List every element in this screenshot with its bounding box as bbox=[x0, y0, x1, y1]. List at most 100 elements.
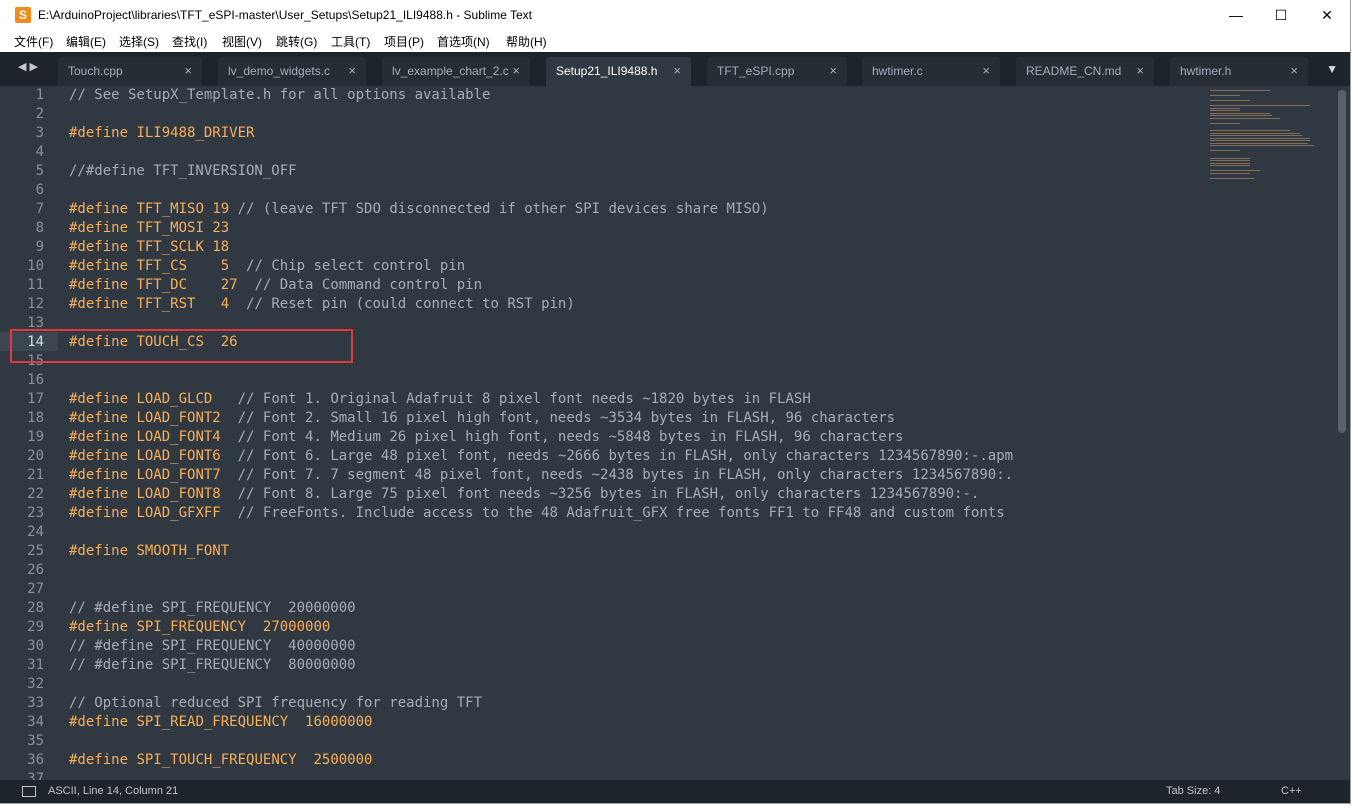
line-number: 33 bbox=[27, 695, 44, 711]
minimap-line bbox=[1210, 142, 1308, 144]
close-icon[interactable]: × bbox=[673, 63, 681, 78]
code-line: // #define SPI_FREQUENCY 40000000 bbox=[69, 638, 356, 654]
code-line: #define LOAD_FONT2 // Font 2. Small 16 p… bbox=[69, 410, 896, 426]
line-number: 25 bbox=[27, 543, 44, 559]
close-icon[interactable]: × bbox=[1136, 63, 1144, 78]
code-line: #define SMOOTH_FONT bbox=[69, 543, 230, 559]
status-bar: ASCII, Line 14, Column 21 Tab Size: 4 C+… bbox=[0, 780, 1350, 803]
tab-hwtimer-c[interactable]: hwtimer.c × bbox=[862, 57, 1000, 86]
menu-file[interactable]: 文件(F) bbox=[14, 33, 53, 50]
code-line: #define SPI_TOUCH_FREQUENCY 2500000 bbox=[69, 752, 373, 768]
minimap-line bbox=[1210, 165, 1250, 166]
close-icon[interactable]: × bbox=[512, 63, 520, 78]
code-line: #define TFT_SCLK 18 bbox=[69, 239, 230, 255]
minimap-line bbox=[1210, 172, 1250, 174]
tab-lv-example-chart[interactable]: lv_example_chart_2.c × bbox=[382, 57, 530, 86]
line-number: 9 bbox=[35, 239, 44, 255]
line-number: 34 bbox=[27, 714, 44, 730]
sublime-icon: S bbox=[15, 7, 31, 23]
maximize-button[interactable]: ☐ bbox=[1258, 0, 1304, 30]
tab-size-selector[interactable]: Tab Size: 4 bbox=[1166, 785, 1220, 797]
tab-tft-espi[interactable]: TFT_eSPI.cpp × bbox=[707, 57, 847, 86]
line-number: 16 bbox=[27, 372, 44, 388]
menu-goto[interactable]: 跳转(G) bbox=[276, 33, 317, 50]
minimap-line bbox=[1210, 162, 1250, 164]
vertical-scrollbar[interactable] bbox=[1338, 90, 1346, 433]
line-number: 3 bbox=[35, 125, 44, 141]
menu-selection[interactable]: 选择(S) bbox=[119, 33, 159, 50]
chevron-down-icon[interactable]: ▼ bbox=[1326, 62, 1338, 76]
sublime-window: S E:\ArduinoProject\libraries\TFT_eSPI-m… bbox=[0, 0, 1350, 803]
minimap-line bbox=[1210, 105, 1310, 106]
code-line: #define LOAD_FONT8 // Font 8. Large 75 p… bbox=[69, 486, 980, 502]
code-line: #define LOAD_GFXFF // FreeFonts. Include… bbox=[69, 505, 1005, 521]
code-editor[interactable]: 1 2 3 4 5 6 7 8 9 10 11 12 13 14 15 16 17 18 19 20 21 22 23 24 2… bbox=[0, 86, 1350, 780]
minimap-line bbox=[1210, 132, 1300, 134]
minimap-line bbox=[1210, 100, 1250, 101]
line-number: 17 bbox=[27, 391, 44, 407]
menu-preferences[interactable]: 首选项(N) bbox=[437, 33, 490, 50]
menu-project[interactable]: 项目(P) bbox=[384, 33, 424, 50]
line-number: 19 bbox=[27, 429, 44, 445]
close-icon[interactable]: × bbox=[982, 63, 990, 78]
menu-find[interactable]: 查找(I) bbox=[172, 33, 207, 50]
line-number: 24 bbox=[27, 524, 44, 540]
line-number: 35 bbox=[27, 733, 44, 749]
minimap-line bbox=[1210, 122, 1240, 124]
minimap-line bbox=[1210, 117, 1280, 119]
menu-tools[interactable]: 工具(T) bbox=[331, 33, 370, 50]
menu-edit[interactable]: 编辑(E) bbox=[66, 33, 106, 50]
window-title: E:\ArduinoProject\libraries\TFT_eSPI-mas… bbox=[38, 8, 533, 22]
line-number: 5 bbox=[35, 163, 44, 179]
code-line: #define TFT_MOSI 23 bbox=[69, 220, 230, 236]
minimap-line bbox=[1210, 110, 1240, 111]
minimap[interactable] bbox=[1210, 86, 1328, 186]
close-icon[interactable]: × bbox=[1290, 63, 1298, 78]
line-number: 6 bbox=[35, 182, 44, 198]
code-line: //#define TFT_INVERSION_OFF bbox=[69, 163, 297, 179]
tab-bar: ◀ ▶ Touch.cpp × lv_demo_widgets.c × lv_e… bbox=[0, 52, 1350, 86]
code-line: // Optional reduced SPI frequency for re… bbox=[69, 695, 483, 711]
code-line: // #define SPI_FREQUENCY 80000000 bbox=[69, 657, 356, 673]
tab-readme[interactable]: README_CN.md × bbox=[1016, 57, 1154, 86]
minimap-line bbox=[1210, 107, 1240, 109]
code-line: #define LOAD_FONT4 // Font 4. Medium 26 … bbox=[69, 429, 904, 445]
menu-view[interactable]: 视图(V) bbox=[222, 33, 262, 50]
menu-help[interactable]: 帮助(H) bbox=[506, 33, 547, 50]
line-number: 27 bbox=[27, 581, 44, 597]
line-number: 1 bbox=[35, 87, 44, 103]
minimap-line bbox=[1210, 150, 1240, 151]
cursor-position: ASCII, Line 14, Column 21 bbox=[48, 785, 179, 797]
minimap-line bbox=[1210, 137, 1310, 139]
minimize-button[interactable]: — bbox=[1213, 0, 1259, 30]
minimap-line bbox=[1210, 177, 1254, 179]
line-number: 20 bbox=[27, 448, 44, 464]
line-number: 21 bbox=[27, 467, 44, 483]
close-icon[interactable]: × bbox=[348, 63, 356, 78]
minimap-line bbox=[1210, 90, 1270, 91]
tab-hwtimer-h[interactable]: hwtimer.h × bbox=[1170, 57, 1308, 86]
tab-label: hwtimer.c bbox=[872, 64, 923, 78]
panel-toggle-icon[interactable] bbox=[22, 786, 36, 797]
tab-touch-cpp[interactable]: Touch.cpp × bbox=[58, 57, 202, 86]
minimap-line bbox=[1210, 112, 1270, 114]
code-line: #define TFT_CS 5 // Chip select control … bbox=[69, 258, 466, 274]
tab-nav-arrows[interactable]: ◀ ▶ bbox=[18, 60, 38, 73]
minimap-line bbox=[1210, 115, 1272, 116]
minimap-line bbox=[1210, 95, 1240, 96]
line-number: 4 bbox=[35, 144, 44, 160]
close-icon[interactable]: × bbox=[184, 63, 192, 78]
line-number: 23 bbox=[27, 505, 44, 521]
syntax-selector[interactable]: C++ bbox=[1281, 785, 1302, 797]
code-line: #define LOAD_FONT7 // Font 7. 7 segment … bbox=[69, 467, 1014, 483]
tab-label: lv_demo_widgets.c bbox=[228, 64, 331, 78]
menu-bar: 文件(F) 编辑(E) 选择(S) 查找(I) 视图(V) 跳转(G) 工具(T… bbox=[0, 30, 1350, 52]
minimap-line bbox=[1210, 145, 1314, 146]
close-icon[interactable]: × bbox=[829, 63, 837, 78]
tab-setup21[interactable]: Setup21_ILI9488.h × bbox=[546, 57, 691, 86]
line-number: 30 bbox=[27, 638, 44, 654]
close-button[interactable]: ✕ bbox=[1304, 0, 1350, 30]
line-number: 8 bbox=[35, 220, 44, 236]
tab-lv-demo-widgets[interactable]: lv_demo_widgets.c × bbox=[218, 57, 366, 86]
line-number: 11 bbox=[27, 277, 44, 293]
